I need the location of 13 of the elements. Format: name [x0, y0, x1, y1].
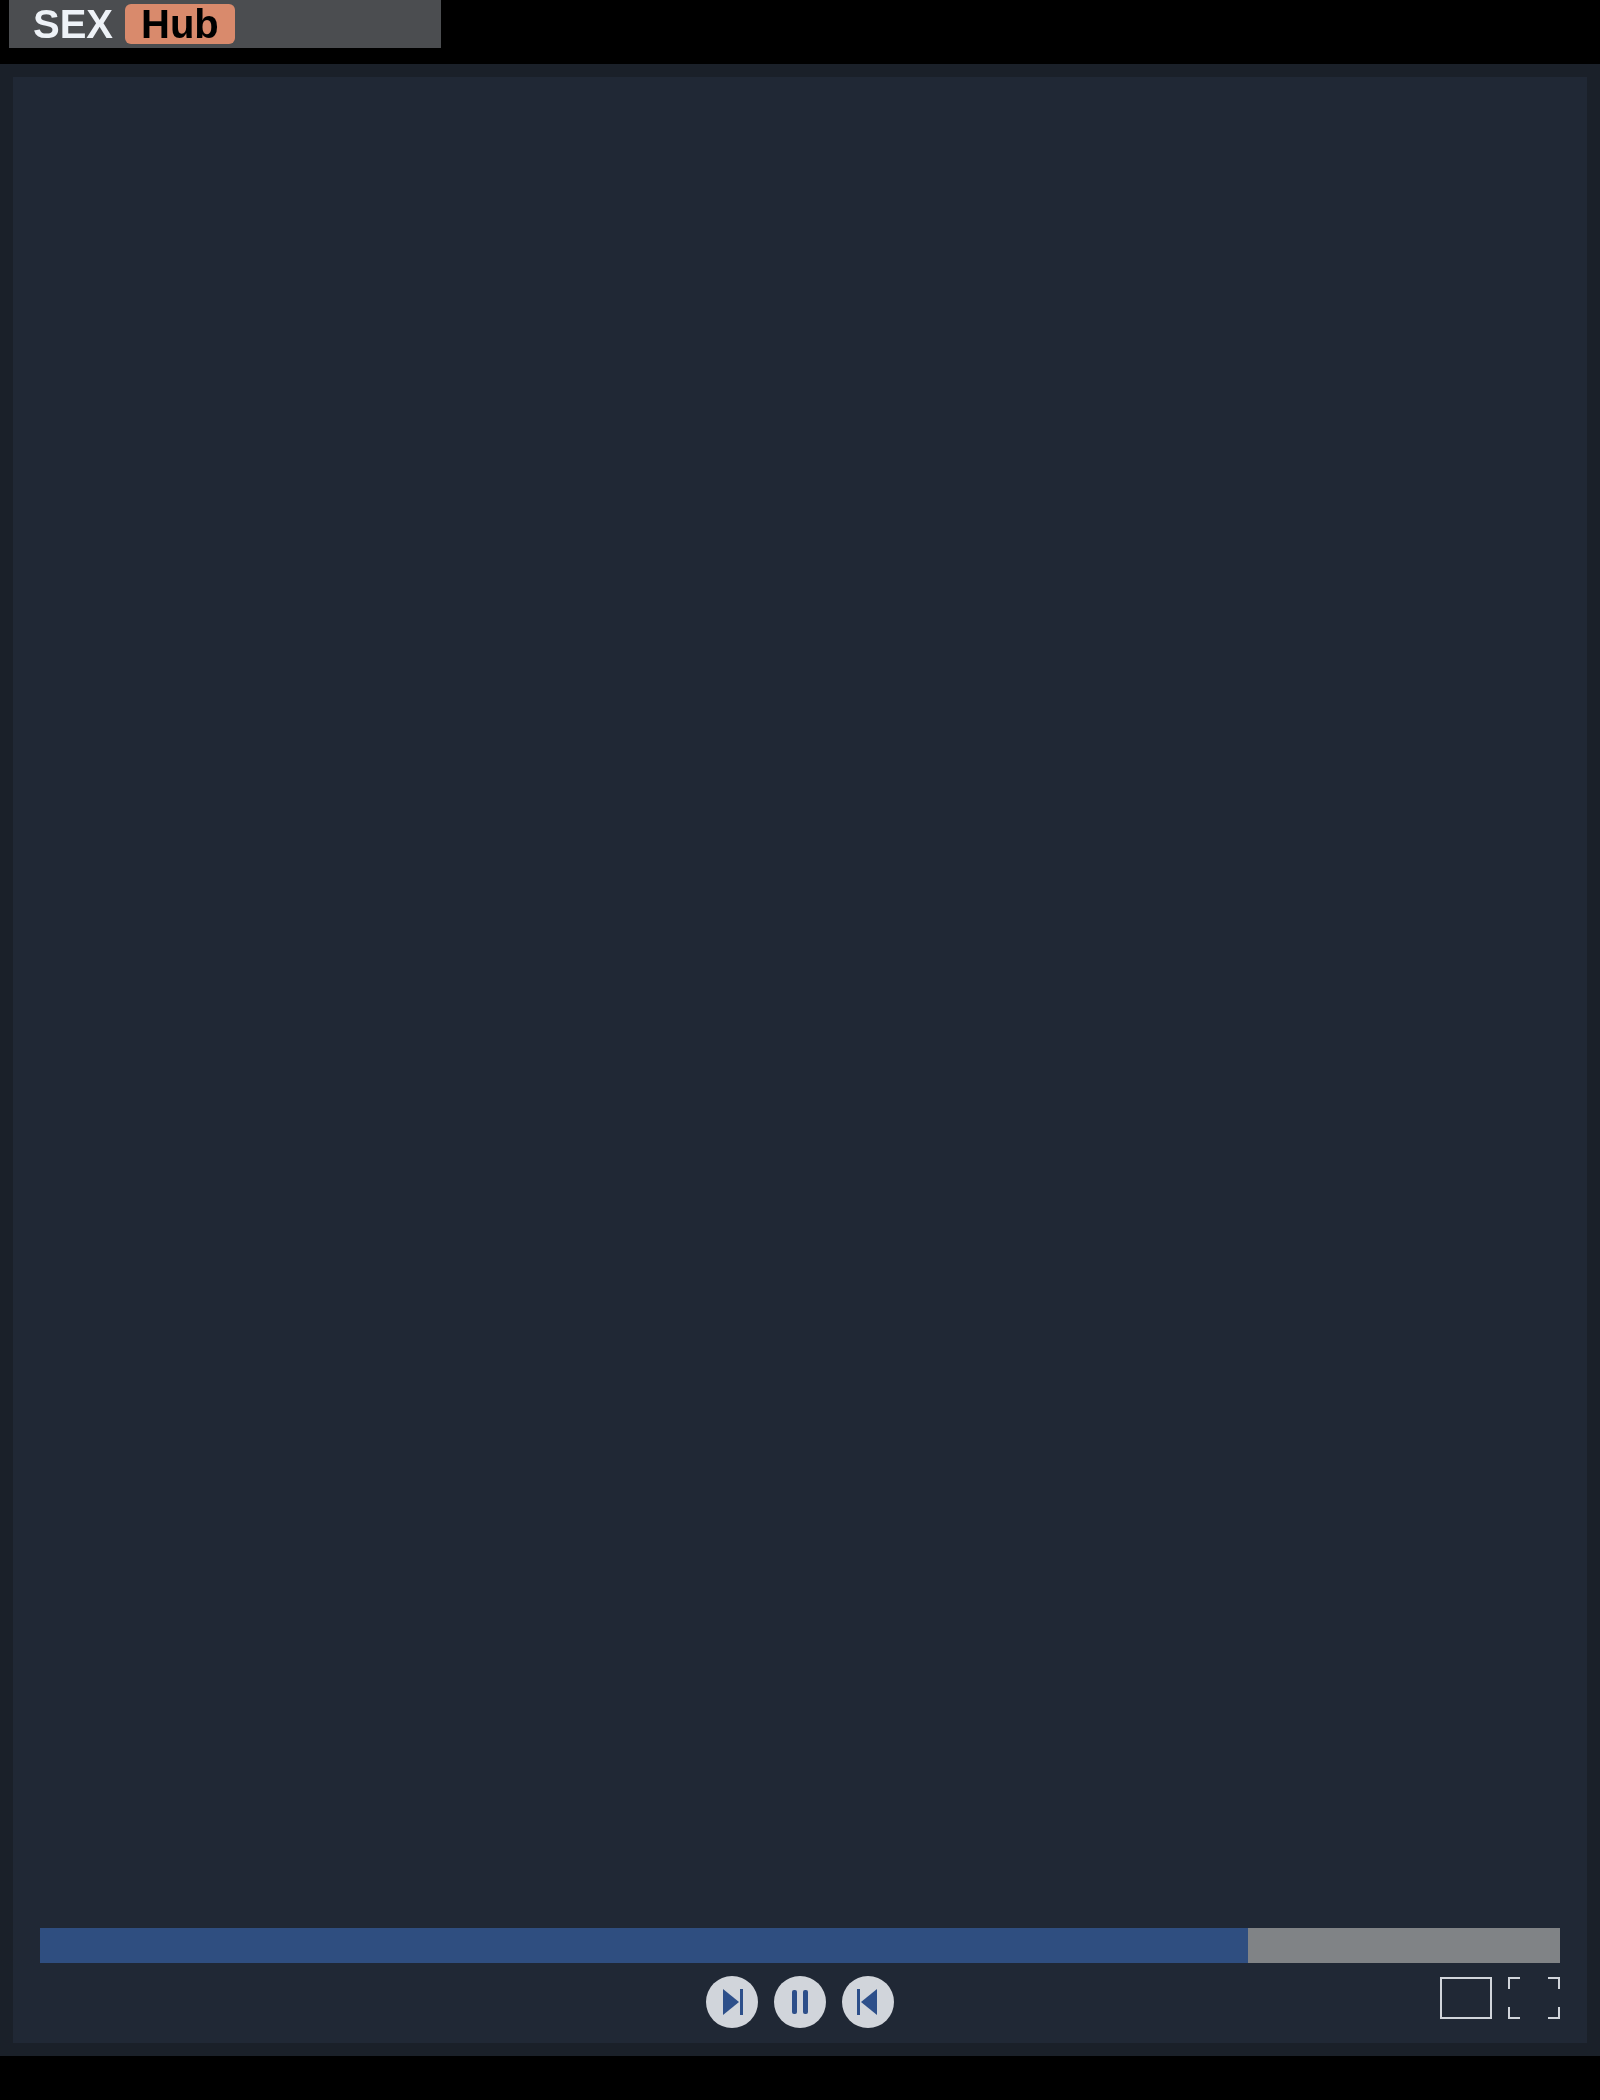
- skip-back-icon: [841, 1975, 895, 2029]
- view-button[interactable]: [1440, 1977, 1492, 2019]
- pause-icon: [773, 1975, 827, 2029]
- playback-button[interactable]: [841, 1975, 895, 2029]
- playback-button[interactable]: [705, 1975, 759, 2029]
- fullscreen-icon: [1508, 1977, 1560, 2019]
- view-button[interactable]: [1508, 1977, 1560, 2019]
- logo-word: SEX: [33, 4, 114, 44]
- site-logo[interactable]: SEX Hub: [9, 0, 441, 48]
- logo-badge: Hub: [125, 4, 235, 44]
- playback-button[interactable]: [773, 1975, 827, 2029]
- skip-forward-icon: [705, 1975, 759, 2029]
- theater-mode-icon: [1440, 1977, 1492, 2019]
